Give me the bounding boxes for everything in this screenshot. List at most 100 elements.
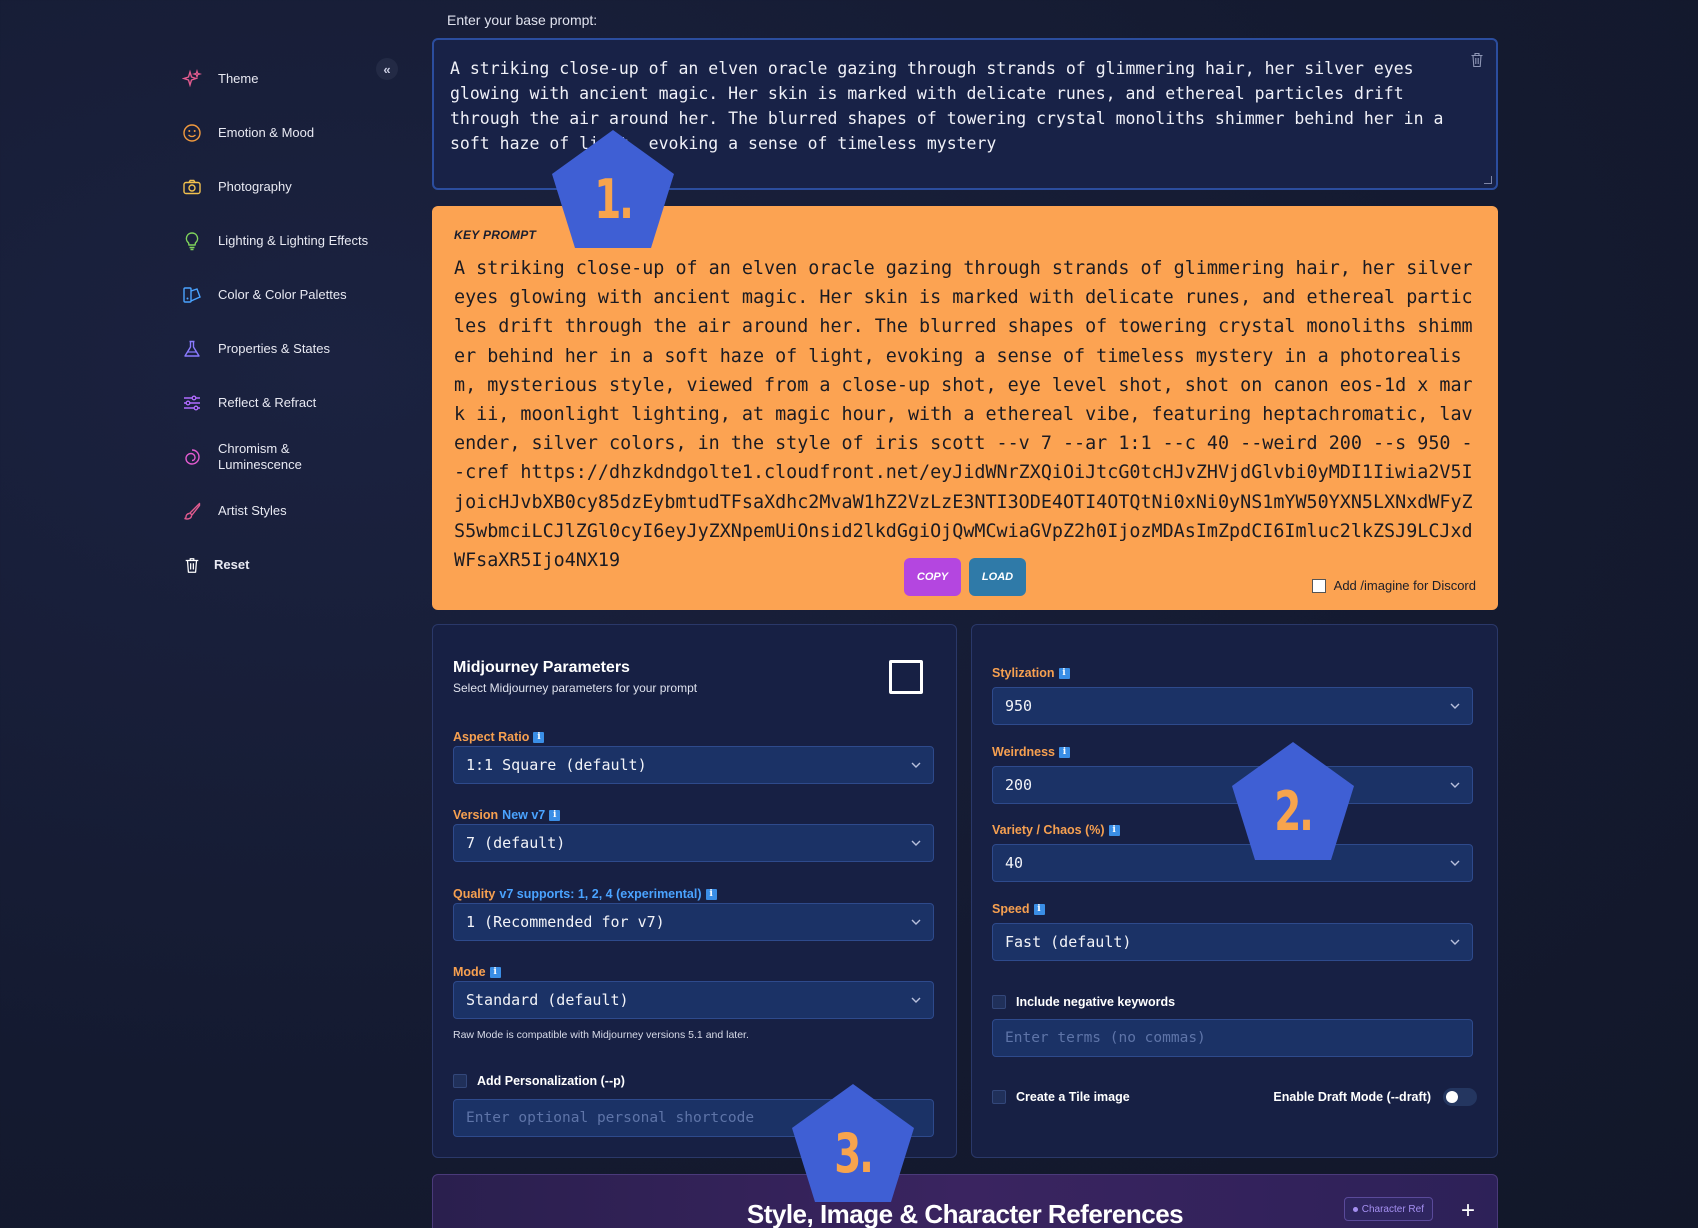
references-title: Style, Image & Character References <box>746 1199 1184 1228</box>
info-icon[interactable]: i <box>533 731 545 743</box>
annotation-marker-2: 2. <box>1228 738 1358 864</box>
negative-keywords-option: Include negative keywords <box>992 995 1175 1009</box>
panel-title: Midjourney Parameters <box>453 659 630 676</box>
quality-note: v7 supports: 1, 2, 4 (experimental) <box>499 887 702 901</box>
info-icon[interactable]: i <box>705 888 717 900</box>
sidebar-item-label: Color & Color Palettes <box>218 287 347 302</box>
negative-keywords-checkbox[interactable] <box>992 995 1006 1009</box>
draft-mode-label: Enable Draft Mode (--draft) <box>1273 1090 1431 1104</box>
marker-number: 2. <box>1274 780 1314 843</box>
references-section[interactable]: Style, Image & Character References Char… <box>432 1174 1498 1228</box>
sidebar-item-artist[interactable]: Artist Styles <box>180 484 405 538</box>
version-label: Version New v7 i <box>453 808 561 822</box>
weirdness-value: 200 <box>1005 776 1033 794</box>
panel-subtitle: Select Midjourney parameters for your pr… <box>453 681 698 695</box>
marker-number: 3. <box>834 1122 874 1185</box>
mode-select[interactable]: Standard (default) <box>453 981 934 1019</box>
stylization-select[interactable]: 950 <box>992 687 1473 725</box>
swirl-icon <box>180 445 204 469</box>
draft-mode-toggle[interactable] <box>1443 1088 1477 1106</box>
speed-label: Speed i <box>992 902 1045 916</box>
version-text: Version <box>453 808 499 822</box>
key-prompt-text: A striking close-up of an elven oracle g… <box>454 258 1473 572</box>
resize-handle[interactable] <box>1484 176 1492 184</box>
personalization-option: Add Personalization (--p) <box>453 1074 625 1088</box>
quality-text: Quality <box>453 887 496 901</box>
quality-select[interactable]: 1 (Recommended for v7) <box>453 903 934 941</box>
annotation-marker-1: 1. <box>548 126 678 252</box>
chevron-down-icon <box>911 762 921 768</box>
chevron-down-icon <box>1450 703 1460 709</box>
sidebar-item-lighting[interactable]: Lighting & Lighting Effects <box>180 214 405 268</box>
info-icon[interactable]: i <box>489 966 501 978</box>
expand-plus-icon[interactable]: + <box>1461 1199 1475 1223</box>
version-note: New v7 <box>502 808 546 822</box>
sidebar-item-label: Chromism & Luminescence <box>218 441 302 472</box>
chevron-down-icon <box>911 840 921 846</box>
character-ref-badge: Character Ref <box>1343 1197 1433 1221</box>
stylization-text: Stylization <box>992 666 1055 680</box>
palette-icon <box>180 283 204 307</box>
info-icon[interactable]: i <box>1033 903 1045 915</box>
discord-checkbox[interactable] <box>1311 578 1326 593</box>
chevron-down-icon <box>1450 860 1460 866</box>
personalization-checkbox[interactable] <box>453 1074 467 1088</box>
draft-mode-option: Enable Draft Mode (--draft) <box>1273 1088 1477 1106</box>
smiley-icon <box>180 121 204 145</box>
key-prompt-panel: KEY PROMPT A striking close-up of an elv… <box>432 206 1498 610</box>
load-button[interactable]: LOAD <box>969 558 1026 596</box>
info-icon[interactable]: i <box>1108 824 1120 836</box>
quality-label: Quality v7 supports: 1, 2, 4 (experiment… <box>453 887 717 901</box>
aspect-ratio-label: Aspect Ratio i <box>453 730 545 744</box>
sidebar-item-label: Properties & States <box>218 341 330 356</box>
mode-value: Standard (default) <box>466 991 629 1009</box>
sidebar-item-emotion[interactable]: Emotion & Mood <box>180 106 405 160</box>
sidebar-item-properties[interactable]: Properties & States <box>180 322 405 376</box>
version-value: 7 (default) <box>466 834 566 852</box>
sidebar-item-theme[interactable]: Theme <box>180 52 405 106</box>
sidebar-item-color[interactable]: Color & Color Palettes <box>180 268 405 322</box>
mode-text: Mode <box>453 965 486 979</box>
weirdness-label: Weirdness i <box>992 745 1070 759</box>
tile-label: Create a Tile image <box>1016 1090 1130 1104</box>
negative-keywords-placeholder: Enter terms (no commas) <box>1005 1030 1206 1046</box>
sidebar-item-reflect[interactable]: Reflect & Refract <box>180 376 405 430</box>
key-prompt-actions: COPY LOAD <box>904 558 1026 596</box>
discord-option: Add /imagine for Discord <box>1311 578 1476 593</box>
trash-icon <box>180 553 204 577</box>
copy-button[interactable]: COPY <box>904 558 961 596</box>
chaos-value: 40 <box>1005 854 1024 872</box>
info-icon[interactable]: i <box>1058 667 1070 679</box>
info-icon[interactable]: i <box>1059 746 1070 758</box>
personalization-label: Add Personalization (--p) <box>477 1074 625 1088</box>
stylization-label: Stylization i <box>992 666 1070 680</box>
aspect-ratio-select[interactable]: 1:1 Square (default) <box>453 746 934 784</box>
sidebar-item-reset[interactable]: Reset <box>180 538 405 592</box>
camera-icon <box>180 175 204 199</box>
chaos-text: Variety / Chaos (%) <box>992 823 1105 837</box>
stylization-value: 950 <box>1005 697 1033 715</box>
annotation-marker-3: 3. <box>788 1080 918 1206</box>
tile-checkbox[interactable] <box>992 1090 1006 1104</box>
chevron-down-icon <box>911 997 921 1003</box>
weirdness-text: Weirdness <box>992 745 1055 759</box>
sidebar-item-label: Reset <box>214 557 250 572</box>
sparkles-icon <box>180 67 204 91</box>
sidebar-item-photography[interactable]: Photography <box>180 160 405 214</box>
info-icon[interactable]: i <box>549 809 561 821</box>
tile-option: Create a Tile image <box>992 1090 1130 1104</box>
midjourney-settings-panel: Stylization i 950 Weirdness i 200 Variet… <box>971 624 1498 1158</box>
version-select[interactable]: 7 (default) <box>453 824 934 862</box>
mode-label: Mode i <box>453 965 501 979</box>
clear-prompt-icon[interactable] <box>1470 50 1484 68</box>
speed-text: Speed <box>992 902 1030 916</box>
negative-keywords-input[interactable]: Enter terms (no commas) <box>992 1019 1473 1057</box>
speed-select[interactable]: Fast (default) <box>992 923 1473 961</box>
sidebar-item-chromism[interactable]: Chromism & Luminescence <box>180 430 405 484</box>
base-prompt-label: Enter your base prompt: <box>447 12 598 28</box>
badge-dot <box>1352 1206 1358 1212</box>
midjourney-parameters-panel: Midjourney Parameters Select Midjourney … <box>432 624 957 1158</box>
enable-parameters-checkbox[interactable] <box>889 660 923 694</box>
marker-number: 1. <box>594 168 634 231</box>
chevron-down-icon <box>1450 939 1460 945</box>
